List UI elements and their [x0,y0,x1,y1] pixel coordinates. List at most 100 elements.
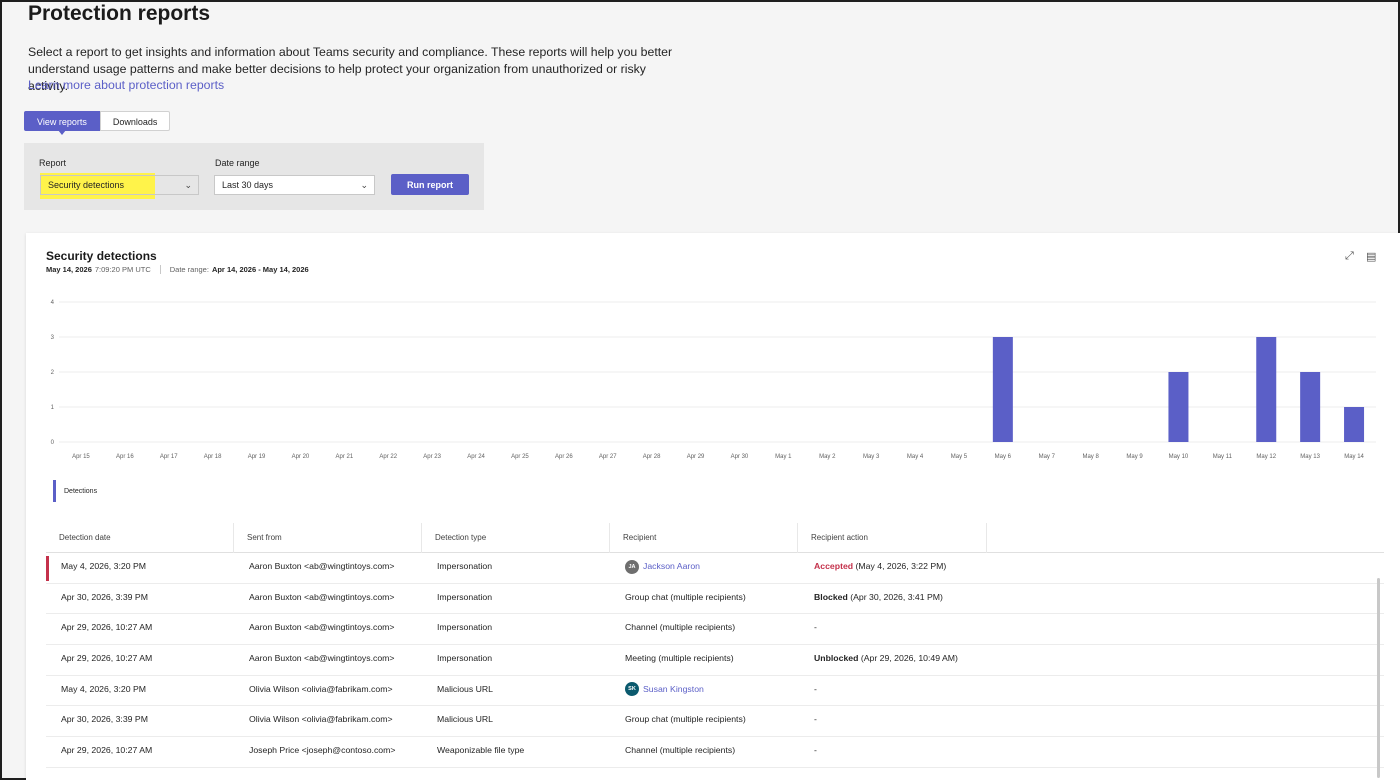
detection-date-cell: Apr 30, 2026, 3:39 PM [61,714,148,725]
action-status: Blocked [814,591,848,602]
table-scrollbar[interactable] [1377,578,1380,778]
table-row[interactable]: Apr 29, 2026, 10:27 AM Aaron Buxton <ab@w… [46,614,1384,646]
col-recipient-action[interactable]: Recipient action [798,523,987,553]
learn-more-link[interactable]: Learn more about protection reports [28,78,224,92]
col-detection-type[interactable]: Detection type [422,523,610,553]
sent-from-cell: Aaron Buxton <ab@wingtintoys.com> [249,561,395,571]
action-detail: - [814,714,817,725]
sent-from-cell: Olivia Wilson <olivia@fabrikam.com> [249,683,393,694]
recipient-text: Channel (multiple recipients) [625,622,736,633]
recipient-cell: Group chat (multiple recipients) [625,706,746,736]
x-tick-label: Apr 24 [467,454,485,460]
x-tick-label: May 7 [1039,454,1056,460]
recipient-action-cell: Unblocked (Apr 29, 2026, 10:49 AM) [814,645,958,675]
chart-bar[interactable] [1256,337,1277,442]
recipient-action-cell: Blocked (Apr 30, 2026, 3:41 PM) [814,584,943,614]
y-tick-label: 4 [51,300,55,306]
table-row[interactable]: Apr 30, 2026, 3:39 PM Aaron Buxton <ab@wi… [46,584,1384,615]
avatar: SK [625,682,639,697]
x-tick-label: Apr 16 [116,454,134,460]
col-sent-from[interactable]: Sent from [234,523,422,553]
table-row[interactable]: Apr 29, 2026, 10:27 AM Joseph Price <jose… [46,737,1384,768]
recipient-text: Group chat (multiple recipients) [625,714,746,725]
recipient-link[interactable]: Susan Kingston [643,684,704,694]
recipient-action-cell: - [814,676,817,706]
detection-type-cell: Malicious URL [437,683,494,694]
recipient-action-cell: - [814,737,817,767]
legend-label: Detections [64,487,98,495]
date-range-value: Last 30 days [222,180,274,190]
detection-type-cell: Impersonation [437,622,493,633]
x-tick-label: May 6 [995,454,1012,460]
recipient-cell: Group chat (multiple recipients) [625,584,746,614]
x-tick-label: Apr 27 [599,454,617,460]
action-status: Unblocked [814,653,859,664]
x-tick-label: Apr 20 [292,454,310,460]
report-select-label: Report [39,158,67,168]
y-tick-label: 0 [51,440,55,446]
y-tick-label: 1 [51,405,55,411]
sent-from-cell: Aaron Buxton <ab@wingtintoys.com> [249,622,395,633]
table-header: Detection date Sent from Detection type … [46,523,1384,553]
chevron-down-icon: ⌄ [184,180,192,190]
recipient-cell: SK Susan Kingston [625,676,704,706]
x-tick-label: Apr 21 [336,454,354,460]
avatar: JA [625,559,639,574]
date-range-select[interactable]: Last 30 days ⌄ [214,175,375,195]
x-tick-label: May 2 [819,454,836,460]
report-tabs: View reports Downloads [24,111,171,135]
detections-bar-chart: 0 1 2 3 4 Apr 15 Apr 16 Apr 17 Apr 18 Apr 19 Apr 2… [51,300,1376,460]
x-tick-label: Apr 22 [379,454,397,460]
x-tick-label: Apr 29 [687,454,705,460]
x-tick-label: Apr 30 [731,454,749,460]
sent-from-cell: Joseph Price <joseph@contoso.com> [249,745,396,756]
x-tick-label: Apr 17 [160,454,178,460]
table-row[interactable]: Apr 30, 2026, 3:39 PM Olivia Wilson <oliv… [46,706,1384,738]
chart-bar[interactable] [1344,407,1365,442]
col-detection-date[interactable]: Detection date [46,523,234,553]
table-row[interactable]: Apr 29, 2026, 10:27 AM Aaron Buxton <ab@w… [46,645,1384,676]
x-tick-label: May 12 [1256,454,1276,460]
report-card: Security detections May 14, 2026 7:09:20… [26,233,1400,780]
detection-date-cell: Apr 29, 2026, 10:27 AM [61,745,153,756]
chart-legend: Detections [53,480,97,502]
recipient-text: Channel (multiple recipients) [625,745,736,756]
detection-date-cell: May 4, 2026, 3:20 PM [61,683,146,694]
chart-bar[interactable] [992,337,1013,442]
chart-bar[interactable] [1168,372,1189,442]
detection-type-cell: Weaponizable file type [437,745,525,756]
table-row[interactable]: May 4, 2026, 3:20 PM Olivia Wilson <olivi… [46,676,1384,707]
report-select[interactable]: Security detections ⌄ [40,175,199,195]
action-detail: (May 4, 2026, 3:22 PM) [855,561,947,571]
chart-bar[interactable] [1300,372,1321,442]
recipient-link[interactable]: Jackson Aaron [643,561,700,571]
x-tick-label: May 4 [907,454,924,460]
recipient-cell: JA Jackson Aaron [625,553,700,583]
action-detail: - [814,622,817,633]
x-tick-label: Apr 15 [72,454,90,460]
legend-swatch [53,480,56,502]
recipient-text: Group chat (multiple recipients) [625,591,746,602]
x-tick-label: Apr 19 [248,454,266,460]
detection-date-cell: Apr 30, 2026, 3:39 PM [61,591,148,602]
page-title: Protection reports [28,2,211,25]
x-tick-label: Apr 26 [555,454,573,460]
recipient-cell: Channel (multiple recipients) [625,614,735,644]
sent-from-cell: Olivia Wilson <olivia@fabrikam.com> [249,714,393,725]
action-detail: - [814,683,817,694]
sent-from-cell: Aaron Buxton <ab@wingtintoys.com> [249,653,395,664]
action-detail: - [814,745,817,756]
action-status: Accepted [814,561,854,571]
tab-view-reports[interactable]: View reports [24,111,100,135]
x-tick-label: May 1 [775,454,792,460]
col-recipient[interactable]: Recipient [610,523,798,553]
x-tick-label: May 8 [1082,454,1099,460]
x-tick-label: May 14 [1344,454,1364,460]
chevron-down-icon: ⌄ [360,180,368,190]
tab-downloads[interactable]: Downloads [99,111,171,131]
action-detail: (Apr 29, 2026, 10:49 AM) [860,653,958,664]
table-row[interactable]: May 4, 2026, 3:20 PM Aaron Buxton <ab@win… [46,553,1384,584]
detection-type-cell: Impersonation [437,653,493,664]
x-tick-label: May 3 [863,454,880,460]
run-report-button[interactable]: Run report [391,174,469,195]
